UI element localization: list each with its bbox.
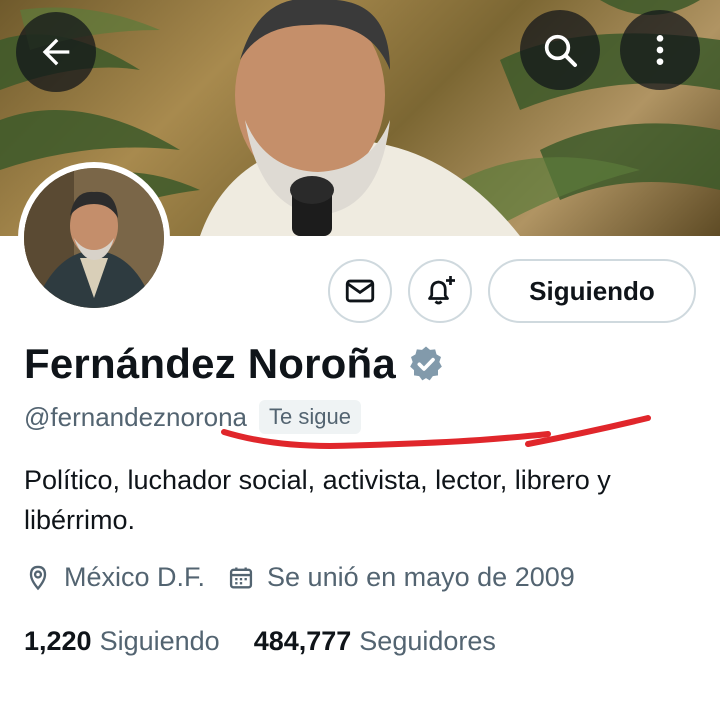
followers-label: Seguidores bbox=[359, 626, 496, 656]
search-icon bbox=[544, 34, 577, 67]
location: México D.F. bbox=[24, 562, 205, 593]
envelope-icon bbox=[345, 279, 375, 303]
profile-meta: México D.F. Se unió en mayo de 2009 bbox=[24, 562, 575, 593]
following-label: Siguiendo bbox=[99, 626, 220, 656]
search-button[interactable] bbox=[520, 10, 600, 90]
profile-bio: Político, luchador social, activista, le… bbox=[24, 465, 611, 535]
profile-name-row: Fernández Noroña bbox=[24, 340, 446, 388]
calendar-icon bbox=[229, 567, 253, 588]
display-name: Fernández Noroña bbox=[24, 340, 396, 387]
more-options-button[interactable] bbox=[620, 10, 700, 90]
user-handle: @fernandeznorona bbox=[24, 401, 247, 432]
followers-stat[interactable]: 484,777 Seguidores bbox=[254, 626, 496, 657]
following-count: 1,220 bbox=[24, 626, 92, 656]
handle-row: @fernandeznorona Te sigue bbox=[24, 400, 361, 434]
follows-you-badge: Te sigue bbox=[259, 400, 361, 434]
back-button[interactable] bbox=[16, 12, 96, 92]
avatar[interactable] bbox=[18, 162, 170, 314]
avatar-photo bbox=[24, 168, 164, 308]
location-text: México D.F. bbox=[64, 562, 206, 592]
arrow-left-icon bbox=[42, 38, 70, 66]
more-vertical-icon bbox=[656, 35, 664, 65]
verified-badge-icon[interactable] bbox=[406, 344, 446, 384]
join-date: Se unió en mayo de 2009 bbox=[227, 562, 575, 593]
following-button[interactable]: Siguiendo bbox=[488, 259, 696, 323]
message-button[interactable] bbox=[328, 259, 392, 323]
profile-stats: 1,220 Siguiendo 484,777 Seguidores bbox=[24, 626, 496, 657]
notifications-button[interactable] bbox=[408, 259, 472, 323]
join-date-text: Se unió en mayo de 2009 bbox=[267, 562, 575, 592]
bell-plus-icon bbox=[428, 276, 455, 305]
location-pin-icon bbox=[29, 565, 47, 590]
following-stat[interactable]: 1,220 Siguiendo bbox=[24, 626, 220, 657]
followers-count: 484,777 bbox=[253, 626, 352, 656]
